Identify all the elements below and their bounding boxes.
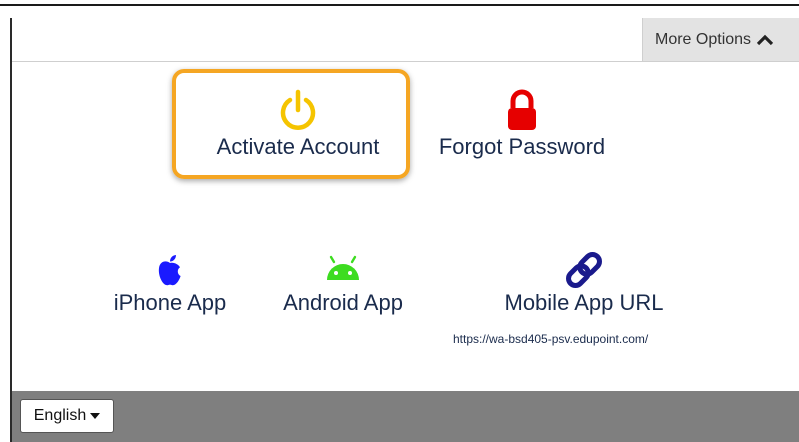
activate-account-label: Activate Account [216,134,380,159]
header-divider [12,61,799,62]
android-app-label: Android App [283,290,403,315]
lock-icon [424,88,620,134]
link-icon [488,250,680,290]
android-icon [272,252,414,290]
apple-icon [104,252,236,290]
more-options-label: More Options [655,30,752,48]
language-label: English [33,407,87,424]
mobile-app-url-button[interactable]: Mobile App URL [488,250,680,316]
more-options-button[interactable]: More Options [642,18,799,61]
chevron-up-icon [757,34,774,46]
forgot-password-button[interactable]: Forgot Password [424,88,620,160]
top-border [0,4,799,6]
caret-down-icon [90,412,101,420]
login-options-frame: More Options Activate Account Forgot Pas… [0,0,799,442]
language-select[interactable]: English [20,399,114,433]
forgot-password-label: Forgot Password [438,134,606,159]
footer-bar [12,391,799,442]
power-icon [190,88,406,134]
android-app-button[interactable]: Android App [272,252,414,316]
iphone-app-button[interactable]: iPhone App [104,252,236,316]
mobile-app-url-label: Mobile App URL [504,290,664,315]
mobile-app-url-link[interactable]: https://wa-bsd405-psv.edupoint.com/ [453,332,648,346]
iphone-app-label: iPhone App [113,290,227,315]
activate-account-button[interactable]: Activate Account [190,88,406,160]
